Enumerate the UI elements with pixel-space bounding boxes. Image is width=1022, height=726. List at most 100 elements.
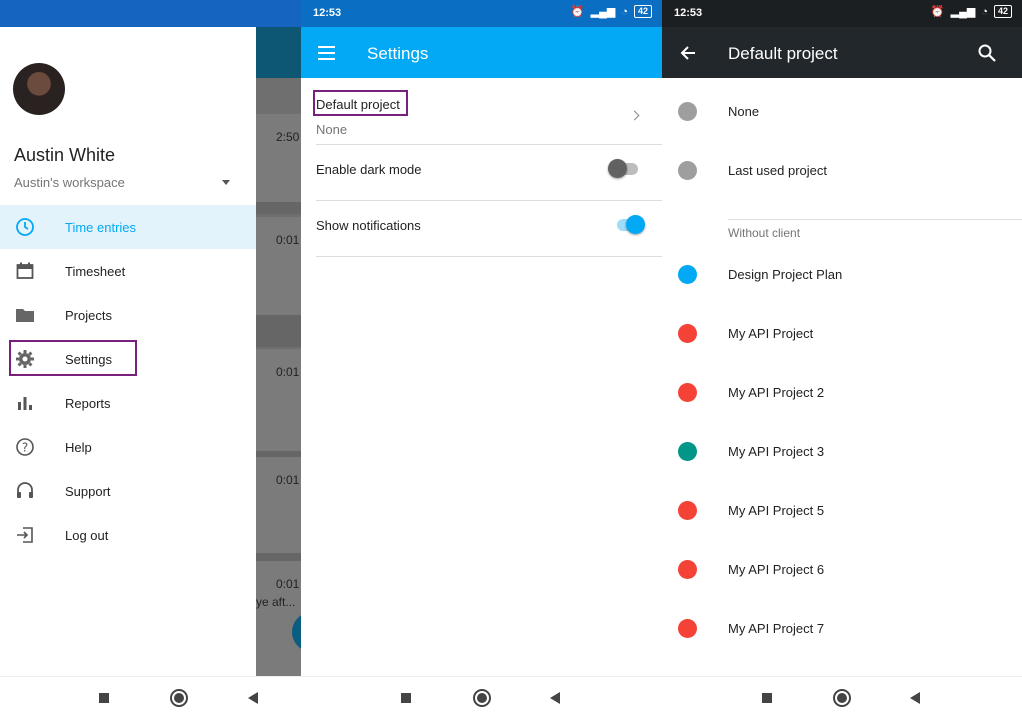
menu-item-time-entries[interactable]: Time entries [0,205,256,249]
recent-apps-button[interactable] [99,693,109,703]
menu-item-projects[interactable]: Projects [0,293,256,337]
alarm-icon: ⏰ [930,6,945,18]
project-name: My API Project 2 [728,385,825,400]
project-option-last-used[interactable]: Last used project [662,150,1022,190]
headset-icon [0,481,65,501]
svg-text:?: ? [21,441,27,455]
project-option[interactable]: My API Project [662,313,1022,353]
settings-screen: 12:53 ⏰ ▂▄▆ ◔ 42 Settings Default projec… [301,0,662,726]
project-color-dot [678,265,697,284]
project-color-dot [678,102,697,121]
setting-notifications[interactable]: Show notifications [316,201,662,257]
app-bar: Settings [301,27,662,78]
recent-apps-button[interactable] [401,693,411,703]
menu-item-timesheet[interactable]: Timesheet [0,249,256,293]
back-button[interactable] [910,692,920,704]
background-entry: 0:01 ye aft... [256,561,301,677]
calendar-icon [0,262,65,280]
project-name: My API Project [728,326,814,341]
clock-icon [0,217,65,237]
setting-label: Enable dark mode [316,162,422,177]
back-arrow-icon[interactable] [680,45,696,66]
battery-icon: 42 [993,5,1012,18]
project-name: Last used project [728,163,828,178]
project-color-dot [678,383,697,402]
background-entry: 2:50 [256,114,301,202]
wifi-icon: ◔ [621,5,628,18]
project-name: My API Project 5 [728,503,825,518]
project-name: My API Project 3 [728,444,825,459]
home-button[interactable] [473,689,491,707]
menu-item-help[interactable]: ? Help [0,425,256,469]
menu-item-support[interactable]: Support [0,469,256,513]
menu-icon[interactable] [318,46,335,64]
chevron-right-icon [629,110,640,121]
project-option[interactable]: My API Project 3 [662,431,1022,471]
status-time: 12:53 [674,7,703,19]
drawer-screen: 2:50 0:01 0:01 0:01 0:01 ye aft... Austin… [0,0,301,726]
back-button[interactable] [248,692,258,704]
wifi-icon: ◔ [981,5,988,18]
home-button[interactable] [833,689,851,707]
project-option[interactable]: My API Project 6 [662,549,1022,589]
alarm-icon: ⏰ [570,6,585,18]
project-option[interactable]: My API Project 5 [662,490,1022,530]
settings-highlight-box [9,340,137,376]
project-color-dot [678,324,697,343]
system-nav-bar [301,676,662,720]
workspace-selector[interactable]: Austin's workspace [14,175,125,190]
caret-down-icon[interactable] [222,180,230,185]
bar-chart-icon [0,395,65,411]
scrim-background[interactable]: 2:50 0:01 0:01 0:01 0:01 ye aft... [256,27,301,677]
project-option-none[interactable]: None [662,91,1022,131]
menu-item-reports[interactable]: Reports [0,381,256,425]
setting-dark-mode[interactable]: Enable dark mode [316,145,662,201]
page-title: Settings [367,44,429,63]
section-header: Without client [728,226,801,240]
project-option[interactable]: My API Project 2 [662,372,1022,412]
navigation-drawer: Austin White Austin's workspace Time ent… [0,27,256,677]
user-name: Austin White [14,145,116,165]
default-project-screen: 12:53 ⏰ ▂▄▆ ◔ 42 Default project None La… [662,0,1022,726]
signal-icon: ▂▄▆ [950,6,976,18]
background-entry: 0:01 [256,349,301,451]
project-name: My API Project 7 [728,621,825,636]
search-icon[interactable] [978,44,996,67]
avatar[interactable] [13,63,65,115]
setting-value: None [316,122,348,137]
project-option[interactable]: Design Project Plan [662,254,1022,294]
project-color-dot [678,501,697,520]
signal-icon: ▂▄▆ [590,6,616,18]
logout-icon [0,525,65,545]
project-color-dot [678,619,697,638]
setting-label: Show notifications [316,218,421,233]
background-appbar [256,27,301,78]
project-color-dot [678,560,697,579]
status-bar: 12:53 ⏰ ▂▄▆ ◔ 42 [301,0,662,27]
project-color-dot [678,442,697,461]
project-name: None [728,104,760,119]
back-button[interactable] [550,692,560,704]
system-nav-bar [662,676,1022,720]
toggle-thumb [608,159,627,178]
system-nav-bar [0,676,301,720]
battery-icon: 42 [633,5,652,18]
help-icon: ? [0,437,65,457]
folder-icon [0,307,65,323]
home-button[interactable] [170,689,188,707]
background-entry: 0:01 [256,217,301,315]
status-time: 12:53 [313,7,342,19]
toggle-thumb [626,215,645,234]
status-bar: 12:53 ⏰ ▂▄▆ ◔ 42 [662,0,1022,27]
default-project-highlight-box [313,90,408,116]
menu-item-log-out[interactable]: Log out [0,513,256,557]
page-title: Default project [728,44,838,63]
project-name: Design Project Plan [728,267,843,282]
app-bar: Default project [662,27,1022,78]
project-option[interactable]: My API Project 7 [662,608,1022,648]
recent-apps-button[interactable] [762,693,772,703]
status-bar [0,0,301,27]
background-entry: 0:01 [256,457,301,553]
project-name: My API Project 6 [728,562,825,577]
divider [728,219,1022,220]
